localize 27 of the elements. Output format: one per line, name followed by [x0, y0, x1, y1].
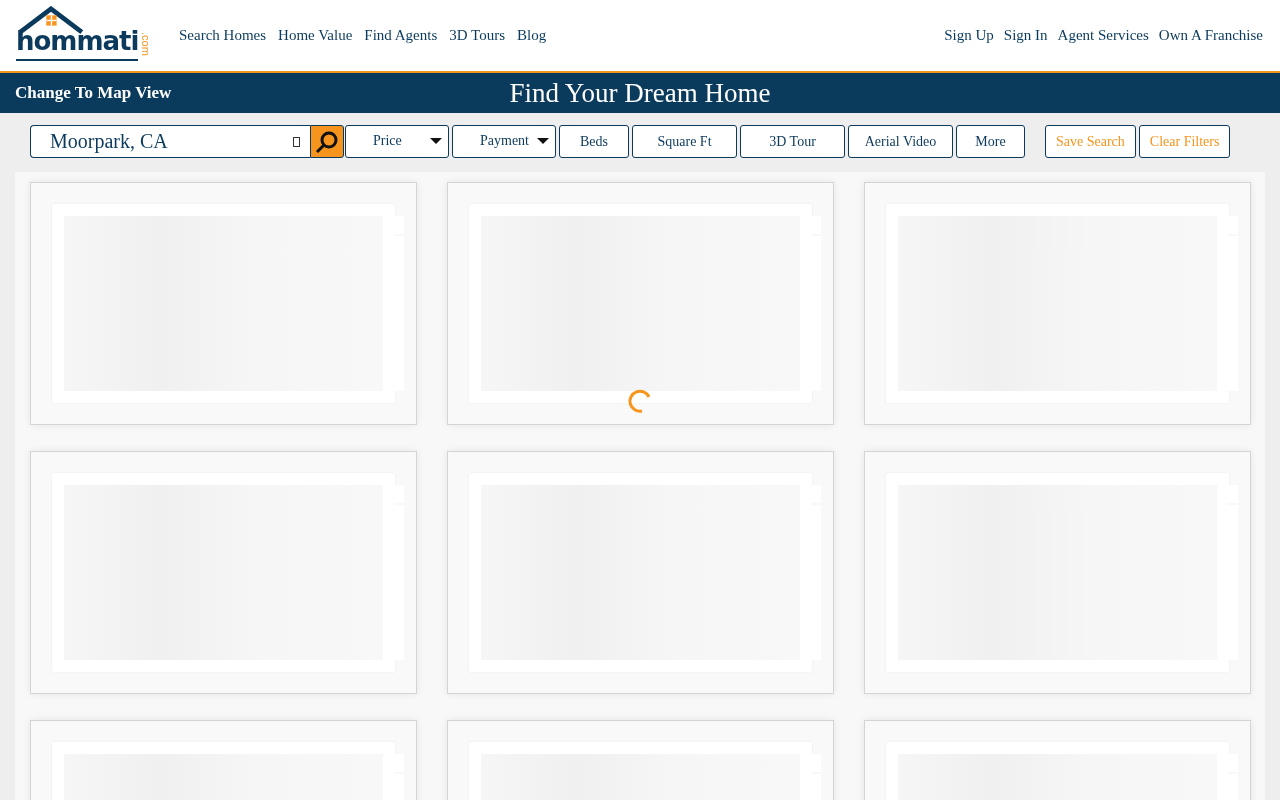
nav-link[interactable]: Find Agents — [364, 27, 438, 44]
filter-button[interactable]: More — [956, 125, 1025, 158]
map-view-link[interactable]: Change To Map View — [15, 83, 172, 103]
nav-link[interactable]: Search Homes — [179, 27, 267, 44]
filter-button[interactable]: Aerial Video — [848, 125, 953, 158]
search-field[interactable]: Moorpark, CA — [30, 125, 310, 158]
filter-button[interactable]: Square Ft — [632, 125, 737, 158]
filter-dropdown[interactable]: Payment — [452, 125, 556, 158]
logo-wordmark: hommati — [16, 22, 139, 61]
nav-link[interactable]: Sign Up — [944, 27, 994, 44]
nav-link[interactable]: Home Value — [278, 27, 353, 44]
caret-icon — [430, 137, 442, 144]
filter-button[interactable]: 3D Tour — [740, 125, 845, 158]
search-button[interactable] — [310, 125, 344, 158]
nav-link[interactable]: Own A Franchise — [1158, 27, 1263, 44]
page-title: Find Your Dream Home — [509, 77, 771, 109]
filter-button[interactable]: Beds — [559, 125, 629, 158]
nav-link[interactable]: Sign In — [1003, 27, 1048, 44]
nav-link[interactable]: 3D Tours — [449, 27, 506, 44]
logo[interactable]: hommati .com — [15, 5, 153, 66]
search-icon — [315, 129, 339, 154]
filter-dropdown[interactable]: Price — [345, 125, 449, 158]
nav-link[interactable]: Agent Services — [1057, 27, 1149, 44]
caret-icon — [537, 137, 549, 144]
nav-link[interactable]: Blog — [517, 27, 547, 44]
missing-glyph-icon — [293, 137, 300, 147]
logo-suffix: .com — [140, 31, 151, 56]
